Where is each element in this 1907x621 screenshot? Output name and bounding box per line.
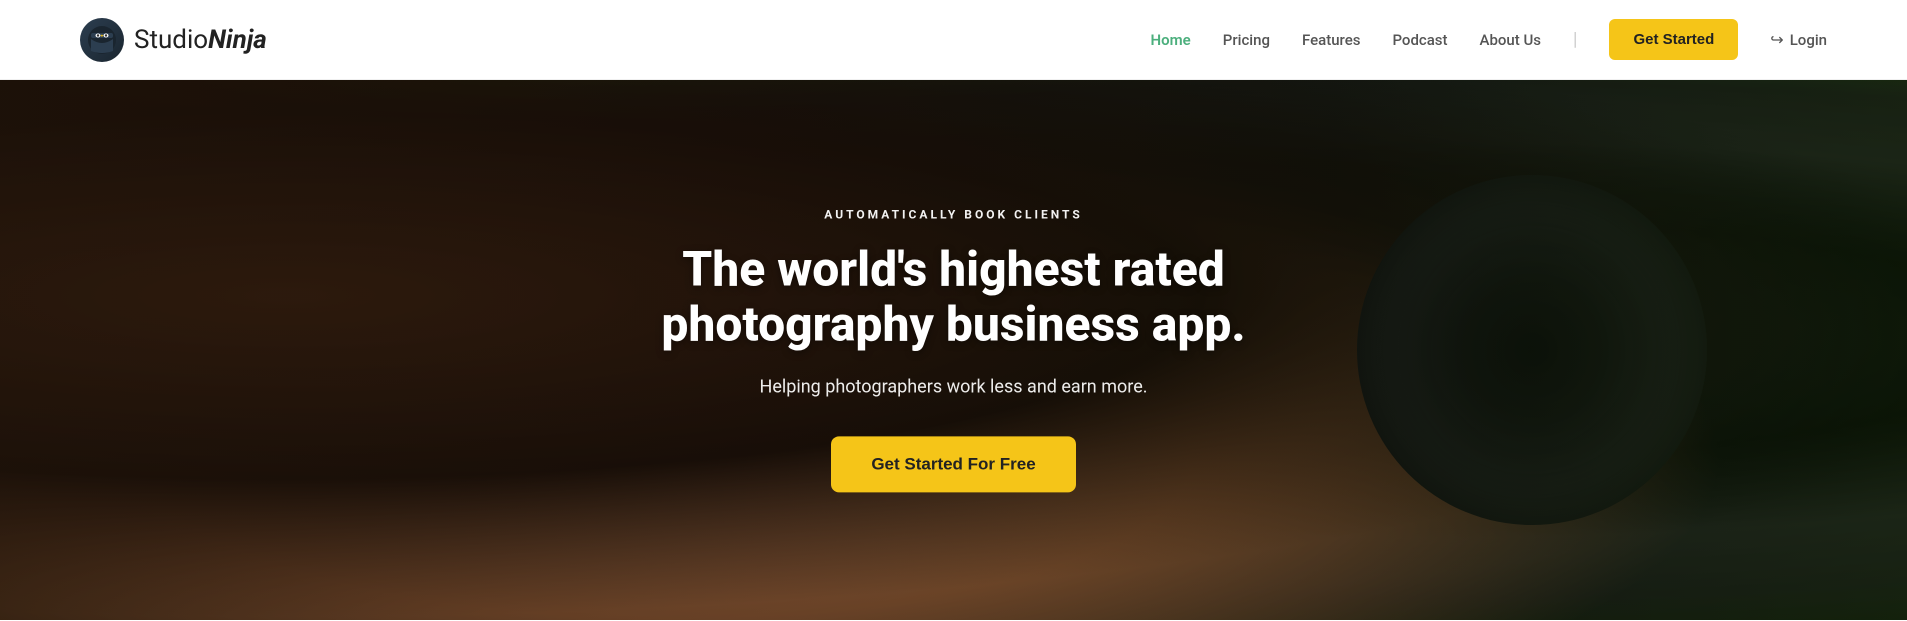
hero-section: AUTOMATICALLY BOOK CLIENTS The world's h… bbox=[0, 80, 1907, 620]
hero-headline: The world's highest rated photography bu… bbox=[604, 241, 1304, 351]
nav-divider: | bbox=[1573, 29, 1577, 50]
get-started-free-button[interactable]: Get Started For Free bbox=[831, 437, 1075, 493]
svg-text:✦: ✦ bbox=[100, 33, 104, 39]
hero-eyebrow: AUTOMATICALLY BOOK CLIENTS bbox=[604, 207, 1304, 221]
hero-subheadline: Helping photographers work less and earn… bbox=[604, 374, 1304, 401]
logo[interactable]: ✦ StudioNinja bbox=[80, 18, 267, 62]
nav-item-features[interactable]: Features bbox=[1302, 31, 1360, 49]
nav-item-pricing[interactable]: Pricing bbox=[1223, 31, 1270, 49]
nav-item-podcast[interactable]: Podcast bbox=[1392, 31, 1447, 49]
get-started-nav-button[interactable]: Get Started bbox=[1609, 19, 1738, 60]
hero-headline-line2: photography business app. bbox=[661, 296, 1245, 353]
hero-headline-line1: The world's highest rated bbox=[682, 240, 1225, 297]
main-nav: Home Pricing Features Podcast About Us |… bbox=[1151, 19, 1827, 60]
logo-text: StudioNinja bbox=[134, 25, 267, 55]
hero-content: AUTOMATICALLY BOOK CLIENTS The world's h… bbox=[604, 207, 1304, 492]
nav-item-about-us[interactable]: About Us bbox=[1480, 31, 1542, 49]
nav-item-home[interactable]: Home bbox=[1151, 31, 1191, 49]
login-icon: ↪ bbox=[1770, 30, 1783, 49]
login-link[interactable]: ↪ Login bbox=[1770, 30, 1827, 49]
logo-icon: ✦ bbox=[80, 18, 124, 62]
site-header: ✦ StudioNinja Home Pricing Features Podc… bbox=[0, 0, 1907, 80]
login-label: Login bbox=[1790, 31, 1827, 49]
